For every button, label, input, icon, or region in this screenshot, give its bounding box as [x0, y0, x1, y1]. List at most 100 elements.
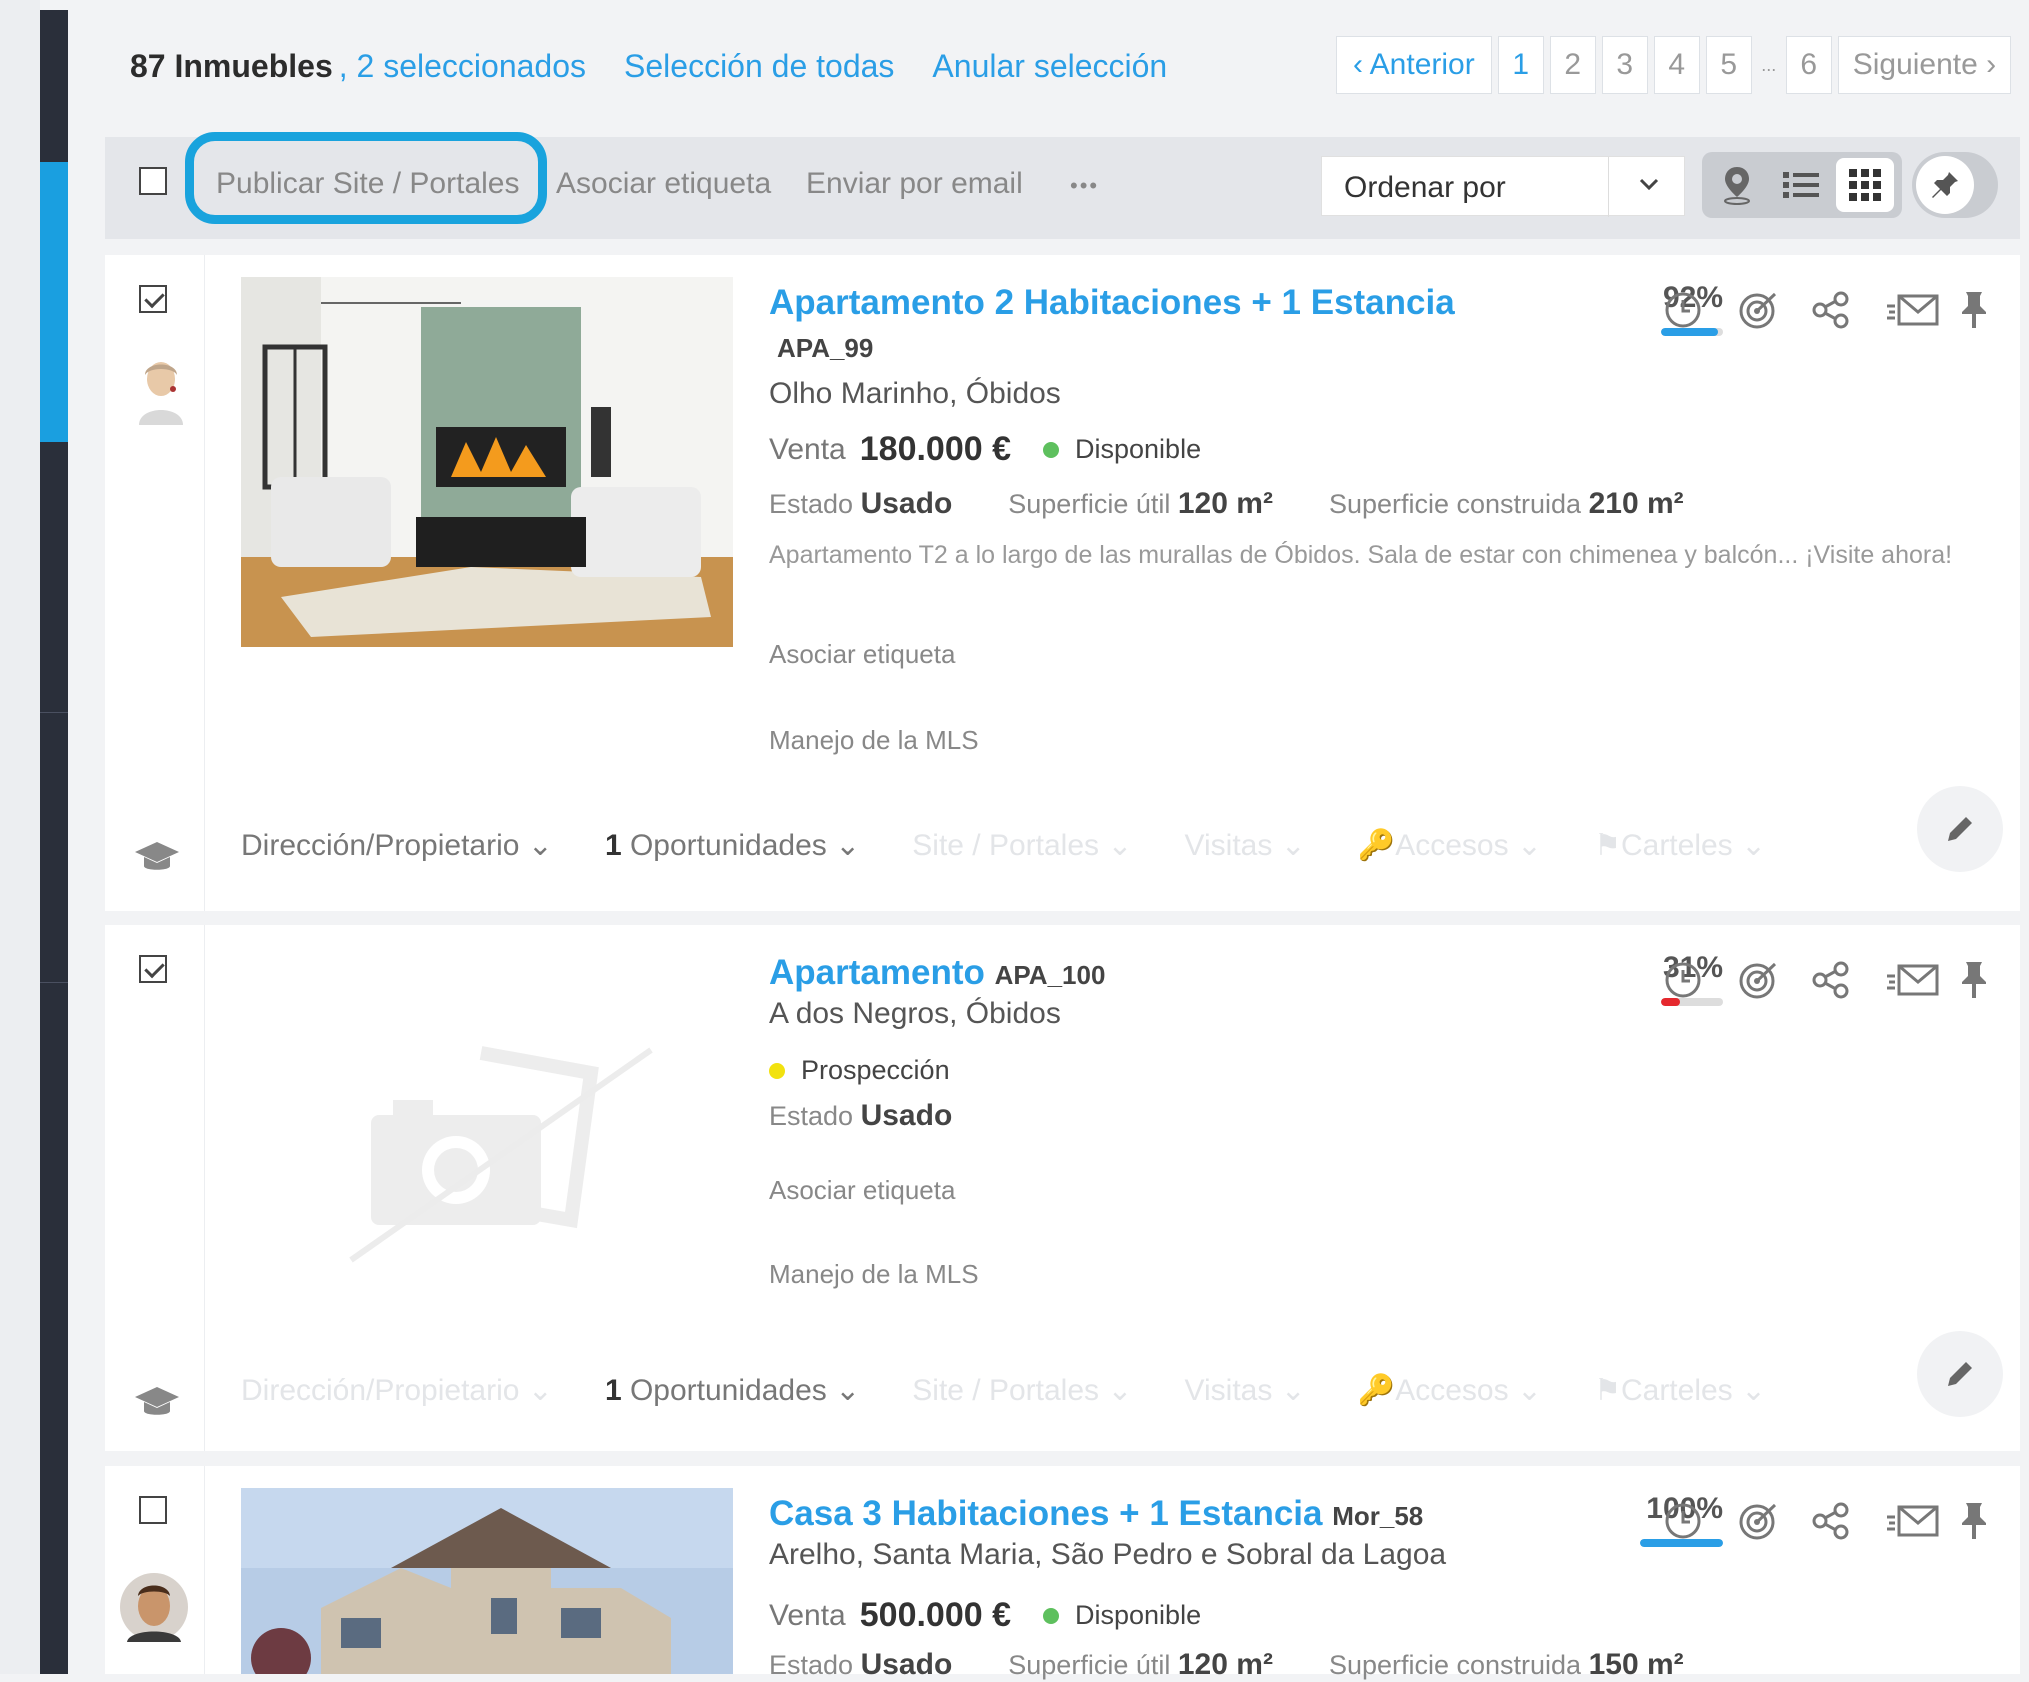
select-all-link[interactable]: Selección de todas: [624, 48, 894, 85]
key-icon: 🔑: [1357, 1374, 1396, 1407]
pagination-next[interactable]: Siguiente ›: [1837, 36, 2012, 94]
status-dot: [1043, 441, 1060, 458]
clear-selection-link[interactable]: Anular selección: [932, 48, 1167, 85]
visits-dropdown[interactable]: Visitas ⌄: [1185, 1373, 1306, 1408]
property-status: Disponible: [1075, 434, 1202, 464]
property-photo[interactable]: [241, 277, 733, 647]
pagination-page-last[interactable]: 6: [1785, 36, 1832, 94]
pin-icon: [1916, 156, 1974, 214]
send-email-button[interactable]: Enviar por email: [806, 167, 1023, 201]
target-icon[interactable]: [1737, 287, 1811, 333]
property-operation: Venta: [769, 432, 846, 466]
more-actions-button[interactable]: •••: [1070, 173, 1099, 199]
associate-tag-button[interactable]: Asociar etiqueta: [556, 167, 771, 201]
property-price: 180.000 €: [859, 430, 1012, 468]
property-status-row: Prospección: [769, 1055, 950, 1086]
opportunities-dropdown[interactable]: 1 Oportunidades ⌄: [605, 828, 860, 863]
history-icon[interactable]: [1663, 1498, 1737, 1544]
share-icon[interactable]: [1811, 1498, 1885, 1544]
property-reference: APA_99: [777, 333, 874, 363]
target-icon[interactable]: [1737, 1498, 1811, 1544]
flag-icon: ⚑: [1594, 1374, 1621, 1407]
agent-avatar[interactable]: [117, 1572, 191, 1642]
mls-link[interactable]: Manejo de la MLS: [769, 1259, 979, 1290]
edit-icon: [1948, 817, 1972, 841]
sidebar: [40, 10, 68, 1674]
selected-count-link[interactable]: , 2 seleccionados: [339, 48, 586, 85]
property-location: Arelho, Santa Maria, São Pedro e Sobral …: [769, 1538, 1447, 1571]
pin-toggle[interactable]: [1912, 152, 1998, 218]
portals-dropdown[interactable]: Site / Portales ⌄: [912, 1373, 1132, 1408]
edit-button[interactable]: [1917, 1331, 2003, 1417]
highlight-annotation: [185, 132, 547, 224]
pagination-page-2[interactable]: 2: [1549, 36, 1596, 94]
property-card: Casa 3 Habitaciones + 1 Estancia Mor_58 …: [105, 1466, 2020, 1681]
status-dot: [1043, 1607, 1060, 1624]
email-icon[interactable]: [1885, 957, 1959, 1003]
pagination-page-4[interactable]: 4: [1653, 36, 1700, 94]
property-operation: Venta: [769, 1598, 846, 1632]
property-photo[interactable]: [241, 1488, 733, 1674]
signs-dropdown[interactable]: ⚑Carteles ⌄: [1594, 1373, 1766, 1408]
pin-icon[interactable]: [1959, 957, 2029, 1003]
attr-estado: Estado Usado: [769, 1648, 953, 1681]
property-reference: Mor_58: [1332, 1501, 1424, 1531]
graduation-cap-icon[interactable]: [133, 838, 181, 879]
property-attributes: Estado Usado: [769, 1099, 952, 1133]
opportunities-dropdown[interactable]: 1 Oportunidades ⌄: [605, 1373, 860, 1408]
pagination-prev[interactable]: ‹ Anterior: [1336, 36, 1492, 94]
property-title[interactable]: Apartamento 2 Habitaciones + 1 Estancia: [769, 283, 1455, 323]
list-view-icon[interactable]: [1772, 158, 1830, 212]
associate-tag-link[interactable]: Asociar etiqueta: [769, 639, 955, 670]
agent-avatar[interactable]: [133, 355, 189, 425]
chevron-down-icon: [1636, 171, 1662, 204]
pagination-page-1[interactable]: 1: [1497, 36, 1544, 94]
property-description: Apartamento T2 a lo largo de las muralla…: [769, 541, 1953, 569]
associate-tag-link[interactable]: Asociar etiqueta: [769, 1175, 955, 1206]
property-checkbox[interactable]: [139, 955, 167, 983]
background-margin: [0, 0, 40, 1674]
attr-superficie-util: Superficie útil 120 m²: [1008, 1648, 1273, 1681]
property-title[interactable]: Casa 3 Habitaciones + 1 Estancia Mor_58: [769, 1494, 1423, 1534]
property-checkbox[interactable]: [139, 285, 167, 313]
property-checkbox[interactable]: [139, 1496, 167, 1524]
visits-dropdown[interactable]: Visitas ⌄: [1185, 828, 1306, 863]
property-title[interactable]: Apartamento APA_100: [769, 953, 1105, 993]
history-icon[interactable]: [1663, 957, 1737, 1003]
card-actions: [1663, 287, 2029, 333]
property-attributes: Estado Usado Superficie útil 120 m² Supe…: [769, 1648, 1684, 1682]
flag-icon: ⚑: [1594, 829, 1621, 862]
map-pin-icon[interactable]: [1708, 158, 1766, 212]
edit-button[interactable]: [1917, 786, 2003, 872]
history-icon[interactable]: [1663, 287, 1737, 333]
owner-dropdown[interactable]: Dirección/Propietario ⌄: [241, 828, 553, 863]
select-all-checkbox[interactable]: [139, 167, 167, 195]
pin-icon[interactable]: [1959, 287, 2029, 333]
share-icon[interactable]: [1811, 957, 1885, 1003]
portals-dropdown[interactable]: Site / Portales ⌄: [912, 828, 1132, 863]
attr-estado: Estado Usado: [769, 1099, 953, 1132]
pagination-page-5[interactable]: 5: [1705, 36, 1752, 94]
share-icon[interactable]: [1811, 287, 1885, 333]
access-dropdown[interactable]: 🔑Accesos ⌄: [1358, 828, 1542, 863]
property-status: Prospección: [801, 1055, 950, 1085]
pagination-page-3[interactable]: 3: [1601, 36, 1648, 94]
no-photo-placeholder[interactable]: [241, 995, 733, 1315]
target-icon[interactable]: [1737, 957, 1811, 1003]
signs-dropdown[interactable]: ⚑Carteles ⌄: [1594, 828, 1766, 863]
mls-link[interactable]: Manejo de la MLS: [769, 725, 979, 756]
graduation-cap-icon[interactable]: [133, 1383, 181, 1424]
access-dropdown[interactable]: 🔑Accesos ⌄: [1358, 1373, 1542, 1408]
email-icon[interactable]: [1885, 287, 1959, 333]
grid-view-icon[interactable]: [1836, 158, 1894, 212]
property-price: 500.000 €: [859, 1596, 1012, 1634]
pin-icon[interactable]: [1959, 1498, 2029, 1544]
pagination-ellipsis: ...: [1761, 54, 1777, 75]
property-status: Disponible: [1075, 1600, 1202, 1630]
sidebar-divider: [40, 982, 68, 983]
owner-dropdown[interactable]: Dirección/Propietario ⌄: [241, 1373, 553, 1408]
property-card: Apartamento 2 Habitaciones + 1 Estancia …: [105, 255, 2020, 911]
sort-dropdown[interactable]: Ordenar por: [1321, 156, 1685, 217]
email-icon[interactable]: [1885, 1498, 1959, 1544]
card-actions: [1663, 1498, 2029, 1544]
